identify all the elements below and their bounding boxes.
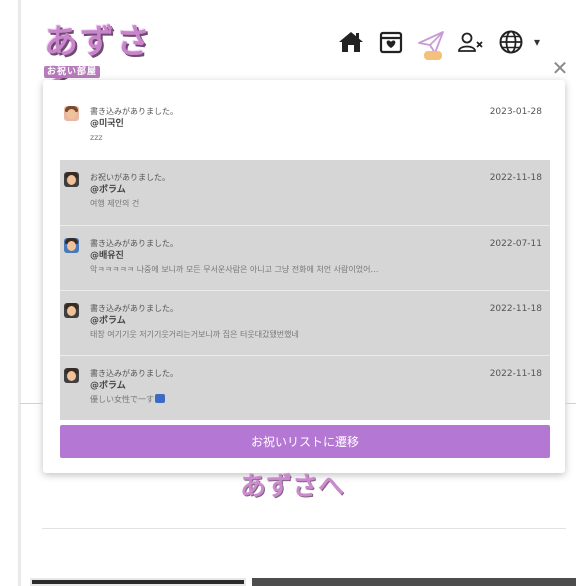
notification-body: 태창 여기기웃 저기기웃거리는거보니까 집은 터웃대갔됐번했네	[90, 330, 299, 339]
notification-item[interactable]: 書き込みがありました。 @ボラム 優しい女性で一す 2022-11-18	[60, 355, 550, 420]
notification-item[interactable]: 書き込みがありました。 @미국인 zzz 2023-01-28	[60, 94, 550, 160]
notification-item[interactable]: お祝いがありました。 @ボラム 여행 제안의 건 2022-11-18	[60, 160, 550, 225]
avatar	[64, 238, 79, 253]
avatar	[64, 368, 79, 383]
notification-user: @배유진	[90, 251, 124, 261]
notification-user: @ボラム	[90, 185, 126, 195]
page-heading: あずさへ	[240, 472, 345, 502]
notification-date: 2022-11-18	[489, 304, 542, 314]
notification-date: 2022-11-18	[489, 369, 542, 379]
home-icon[interactable]	[334, 25, 368, 59]
page-left-border	[18, 0, 21, 586]
notification-title: 書き込みがありました。	[90, 304, 178, 313]
notification-title: お祝いがありました。	[90, 173, 170, 182]
divider	[565, 403, 576, 404]
notification-body-row: 優しい女性で一す	[90, 393, 545, 406]
close-icon[interactable]: ✕	[550, 58, 570, 78]
notification-title: 書き込みがありました。	[90, 369, 178, 378]
notification-title: 書き込みがありました。	[90, 107, 178, 116]
thumbnail-image[interactable]	[30, 578, 246, 586]
avatar	[64, 172, 79, 187]
user-x-icon[interactable]	[454, 25, 488, 59]
site-logo[interactable]: あずさと お祝い部屋	[44, 22, 174, 102]
notification-item[interactable]: 書き込みがありました。 @ボラム 태창 여기기웃 저기기웃거리는거보니까 집은 …	[60, 290, 550, 355]
header-nav: ▾	[334, 24, 542, 60]
notification-body: 악ㅋㅋㅋㅋㅋ 나중에 보니까 모든 무서운사람은 아니고 그냥 전화에 처언 사…	[90, 265, 379, 274]
notification-body: 여행 제안의 건	[90, 199, 140, 208]
notification-date: 2023-01-28	[489, 107, 542, 117]
logo-tagline: お祝い部屋	[44, 66, 101, 78]
notification-date: 2022-11-18	[489, 173, 542, 183]
celebration-list-button[interactable]: お祝いリストに遷移	[60, 425, 550, 458]
emoji-icon	[155, 394, 165, 403]
notification-item[interactable]: 書き込みがありました。 @배유진 악ㅋㅋㅋㅋㅋ 나중에 보니까 모든 무서운사람…	[60, 225, 550, 290]
language-dropdown-caret[interactable]: ▾	[534, 25, 542, 59]
notification-user: @미국인	[90, 119, 124, 129]
gift-box-icon[interactable]	[374, 25, 408, 59]
bottom-strip	[252, 578, 576, 586]
avatar	[64, 303, 79, 318]
divider	[42, 528, 566, 529]
notification-user: @ボラム	[90, 316, 126, 326]
avatar	[64, 106, 79, 121]
notification-list: 書き込みがありました。 @미국인 zzz 2023-01-28 お祝いがありまし…	[60, 94, 550, 420]
notification-user: @ボラム	[90, 381, 126, 391]
notification-badge	[424, 51, 442, 60]
notification-title: 書き込みがありました。	[90, 239, 178, 248]
notification-popup: 書き込みがありました。 @미국인 zzz 2023-01-28 お祝いがありまし…	[43, 80, 565, 473]
notification-body: 優しい女性で一す	[90, 395, 154, 404]
notification-body: zzz	[90, 133, 103, 142]
notification-date: 2022-07-11	[489, 239, 542, 249]
divider	[20, 403, 43, 404]
paper-plane-icon[interactable]	[414, 25, 448, 60]
globe-icon[interactable]	[494, 25, 528, 59]
